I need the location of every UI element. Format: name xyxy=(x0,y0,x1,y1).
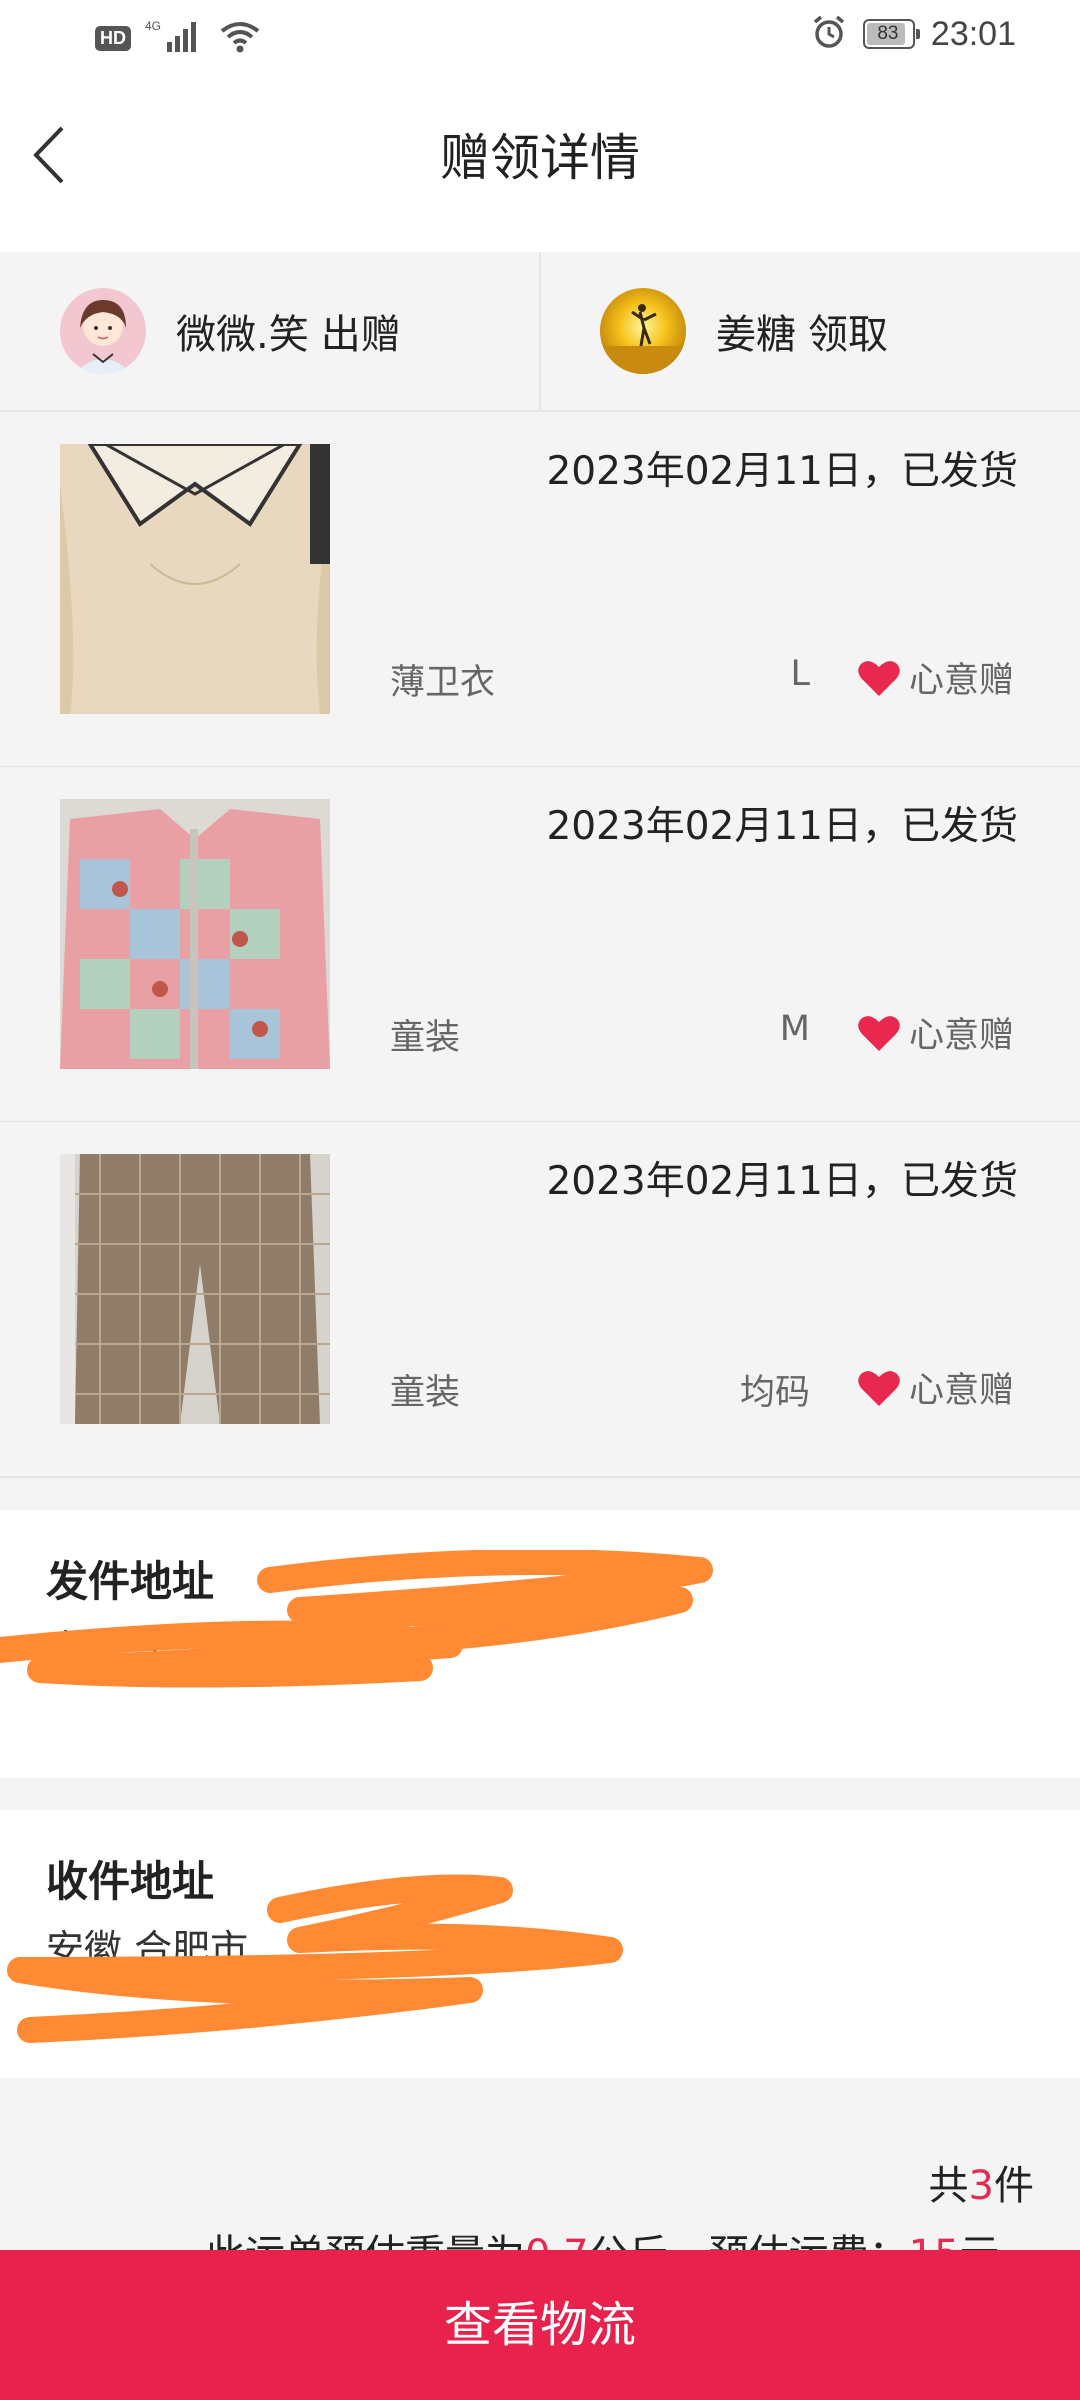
receiver-address-line1: 安徽 合肥市 xyxy=(46,1927,249,1971)
item-size: L xyxy=(790,654,811,694)
gift-type: 心意赠 xyxy=(857,652,1014,703)
hd-badge: HD xyxy=(95,25,131,51)
total-prefix: 共 xyxy=(928,2163,969,2209)
gift-item[interactable]: 2023年02月11日，已发货 童装 M 心意赠 xyxy=(0,767,1080,1123)
item-date-status: 2023年02月11日，已发货 xyxy=(546,804,1018,849)
alarm-icon xyxy=(811,14,847,54)
heart-icon xyxy=(858,1370,900,1406)
giver-name: 微微.笑 xyxy=(176,312,309,358)
receiver-address-heading: 收件地址 xyxy=(46,1857,215,1906)
heart-icon xyxy=(858,1015,900,1051)
receiver[interactable]: 姜糖 领取 xyxy=(600,252,888,410)
item-photo xyxy=(60,444,330,714)
signal-icon: 4G xyxy=(145,18,205,58)
gift-type: 心意赠 xyxy=(857,1007,1014,1058)
total-count: 共3件 xyxy=(929,2153,1034,2211)
sender-address-line1: 广东 东莞市 xyxy=(46,1627,249,1671)
gift-item[interactable]: 2023年02月11日，已发货 童装 均码 心意赠 xyxy=(0,1122,1080,1478)
battery-icon: 83 xyxy=(862,19,920,49)
receiver-address-card: 收件地址 安徽 合肥市 xyxy=(0,1810,1080,2078)
gift-label: 心意赠 xyxy=(908,1016,1014,1056)
status-left: HD 4G xyxy=(95,18,261,58)
item-size: 均码 xyxy=(739,1373,810,1413)
heart-icon xyxy=(858,660,900,696)
receiver-avatar xyxy=(600,288,686,374)
item-date-status: 2023年02月11日，已发货 xyxy=(546,1159,1018,1204)
page-title: 赠领详情 xyxy=(440,129,640,187)
gift-label: 心意赠 xyxy=(908,1371,1014,1411)
participants-bar: 微微.笑 出赠 姜糖 领取 xyxy=(0,252,1080,412)
total-suffix: 件 xyxy=(994,2163,1034,2209)
item-size: M xyxy=(779,1009,810,1049)
item-category: 童装 xyxy=(390,1373,461,1413)
status-right: 83 23:01 xyxy=(811,14,1016,54)
item-date-status: 2023年02月11日，已发货 xyxy=(546,449,1018,494)
item-category: 薄卫衣 xyxy=(390,663,496,703)
item-photo xyxy=(60,1154,330,1424)
battery-level: 83 xyxy=(877,23,899,44)
sender-address-heading: 发件地址 xyxy=(46,1557,215,1606)
gift-item[interactable]: 2023年02月11日，已发货 薄卫衣 L 心意赠 xyxy=(0,412,1080,768)
clock: 23:01 xyxy=(930,14,1016,53)
wifi-icon xyxy=(219,19,261,57)
giver[interactable]: 微微.笑 出赠 xyxy=(60,252,401,410)
status-bar: HD 4G 83 23:01 xyxy=(0,0,1080,80)
network-type: 4G xyxy=(145,19,161,33)
giver-avatar xyxy=(60,288,146,374)
divider xyxy=(539,252,541,410)
receiver-name: 姜糖 xyxy=(716,312,796,358)
item-photo xyxy=(60,799,330,1069)
gift-type: 心意赠 xyxy=(857,1362,1014,1413)
view-logistics-button[interactable]: 查看物流 xyxy=(0,2250,1080,2400)
item-category: 童装 xyxy=(390,1018,461,1058)
header: 赠领详情 xyxy=(0,80,1080,252)
total-number: 3 xyxy=(968,2163,994,2209)
giver-action: 出赠 xyxy=(320,312,401,358)
sender-address-card: 发件地址 广东 东莞市 xyxy=(0,1510,1080,1778)
receiver-action: 领取 xyxy=(808,312,888,358)
gift-label: 心意赠 xyxy=(908,661,1014,701)
